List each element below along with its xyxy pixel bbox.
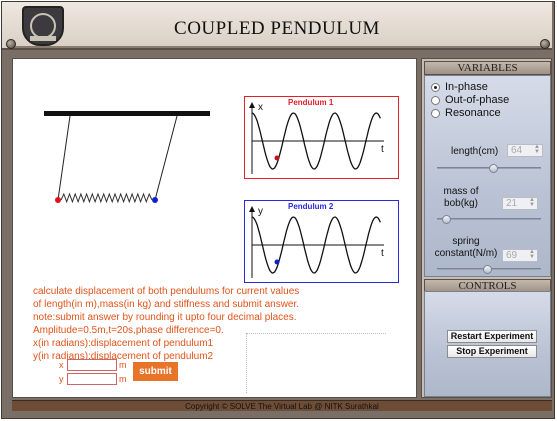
submit-button[interactable]: submit	[133, 362, 178, 381]
radio-icon[interactable]	[431, 109, 440, 118]
x-unit-label: m	[119, 360, 127, 370]
answer-feedback-area	[246, 333, 386, 393]
x-answer-input[interactable]	[67, 359, 117, 371]
spring-constant-label: spring constant(N/m)	[434, 236, 498, 259]
length-label: length(cm)	[451, 146, 499, 157]
mass-spinner[interactable]: 21 ▲ ▼	[502, 197, 538, 210]
mode-option-in-phase[interactable]: In-phase	[431, 81, 488, 94]
pendulum-1-graph: Pendulum 1 x t	[244, 96, 399, 179]
y-answer-input[interactable]	[67, 373, 117, 385]
variables-heading: VARIABLES	[424, 61, 551, 75]
pendulum-1-bob	[55, 197, 61, 203]
graph-2-title: Pendulum 2	[288, 202, 334, 211]
spring-constant-slider[interactable]	[437, 265, 541, 274]
restart-experiment-button[interactable]: Restart Experiment	[447, 330, 537, 343]
question-line: x(in radians):displacement of pendulum1	[33, 338, 214, 349]
graph-2-marker	[274, 259, 280, 265]
spring-constant-slider-thumb[interactable]	[482, 265, 492, 274]
question-line: note:submit answer by rounding it upto f…	[33, 312, 297, 323]
controls-panel: Restart Experiment Stop Experiment	[424, 291, 551, 397]
pendulum-2-graph: Pendulum 2 y t	[244, 200, 399, 283]
graph-1-marker	[274, 155, 280, 161]
graph-2-x-axis-label: t	[381, 248, 384, 259]
question-line: Amplitude=0.5m,t=20s,phase difference=0.	[33, 325, 224, 336]
page-title: COUPLED PENDULUM	[174, 18, 380, 39]
graph-1-title: Pendulum 1	[288, 98, 334, 107]
mode-option-out-of-phase[interactable]: Out-of-phase	[431, 94, 509, 107]
variables-panel: In-phase Out-of-phase Resonance length(c…	[424, 75, 551, 277]
graph-1-x-axis-label: t	[381, 144, 384, 155]
footer-copyright: Copyright © SOLVE The Virtual Lab @ NITK…	[12, 400, 552, 411]
y-unit-label: m	[119, 374, 127, 384]
radio-selected-icon[interactable]	[431, 83, 440, 92]
stop-experiment-button[interactable]: Stop Experiment	[447, 345, 537, 358]
graph-2-y-axis-label: y	[258, 206, 263, 217]
rivet-icon	[6, 39, 16, 49]
header: COUPLED PENDULUM	[2, 2, 552, 50]
length-slider[interactable]	[437, 164, 541, 173]
mass-slider[interactable]	[437, 215, 541, 224]
question-line: calculate displacement of both pendulums…	[33, 286, 300, 297]
pendulum-2-bob	[152, 197, 158, 203]
y-field-label: y	[59, 374, 64, 384]
mass-label: mass of bob(kg)	[443, 186, 479, 209]
spinner-arrows-icon[interactable]: ▲ ▼	[529, 197, 535, 208]
spinner-arrows-icon[interactable]: ▲ ▼	[534, 144, 540, 155]
mass-slider-thumb[interactable]	[441, 215, 451, 224]
spring-constant-spinner[interactable]: 69 ▲ ▼	[502, 249, 538, 262]
experiment-area: Pendulum 1 x t Pendulum 2 y t calculate …	[12, 58, 417, 398]
spinner-arrows-icon[interactable]: ▲ ▼	[529, 249, 535, 260]
question-line: of length(in m),mass(in kg) and stiffnes…	[33, 299, 300, 310]
graph-1-y-axis-label: x	[258, 102, 263, 113]
x-field-label: x	[59, 360, 64, 370]
length-slider-thumb[interactable]	[489, 164, 499, 173]
mode-option-resonance[interactable]: Resonance	[431, 107, 501, 120]
rivet-icon	[540, 39, 550, 49]
side-panel: VARIABLES In-phase Out-of-phase Resonanc…	[421, 58, 552, 398]
radio-icon[interactable]	[431, 96, 440, 105]
length-spinner[interactable]: 64 ▲ ▼	[507, 144, 543, 157]
